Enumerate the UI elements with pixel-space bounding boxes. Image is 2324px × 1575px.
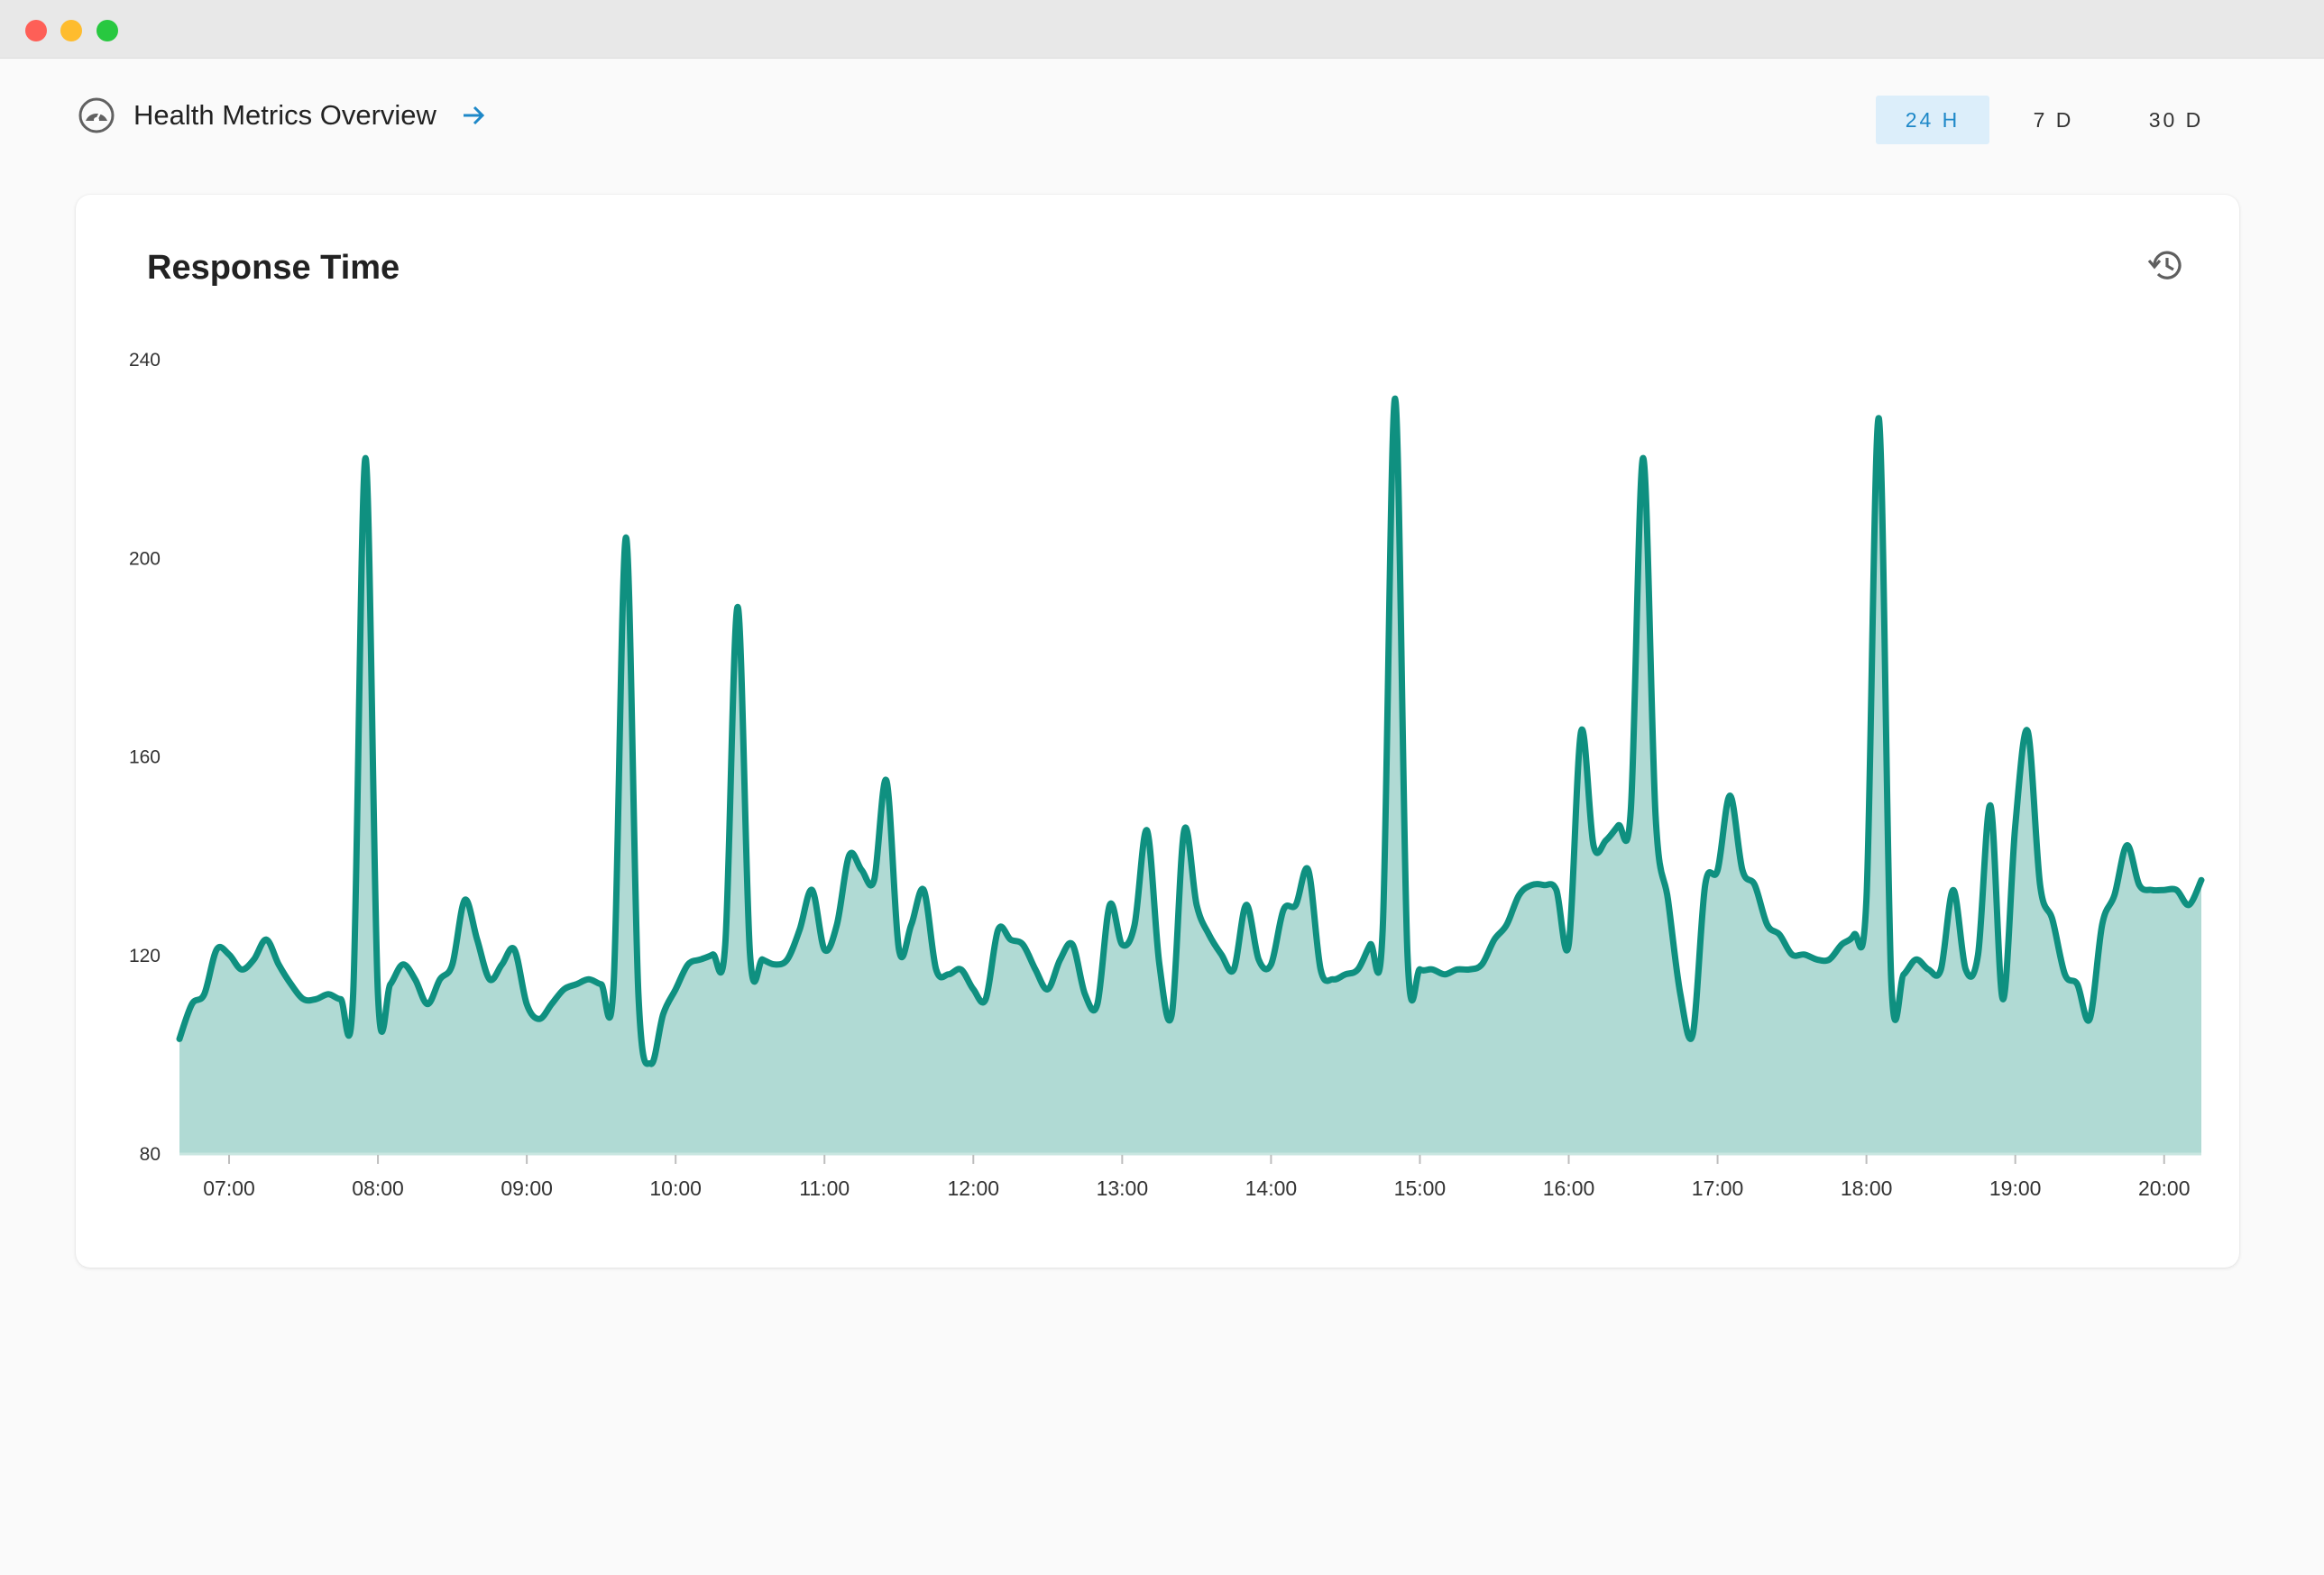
response-time-card: Response Time 80 120 160 200 240 07:00 08:00 09… bbox=[76, 195, 2239, 1268]
x-tick-label: 07:00 bbox=[203, 1177, 255, 1200]
range-30d-button[interactable]: 30 D bbox=[2119, 96, 2233, 144]
minimize-window-button[interactable] bbox=[60, 20, 82, 41]
close-window-button[interactable] bbox=[25, 20, 47, 41]
y-tick-label: 80 bbox=[140, 1144, 161, 1165]
y-tick-label: 120 bbox=[129, 946, 161, 966]
arrow-right-icon[interactable] bbox=[460, 102, 487, 129]
response-time-chart: 80 120 160 200 240 07:00 08:00 09:00 10:00 11:00 1… bbox=[129, 350, 2205, 1200]
x-tick-label: 09:00 bbox=[501, 1177, 553, 1200]
x-tick-label: 16:00 bbox=[1543, 1177, 1595, 1200]
page-title: Health Metrics Overview bbox=[133, 99, 436, 131]
x-tick-label: 17:00 bbox=[1692, 1177, 1744, 1200]
dashboard-gauge-icon bbox=[78, 96, 115, 134]
x-tick-label: 13:00 bbox=[1097, 1177, 1149, 1200]
series-area bbox=[179, 398, 2201, 1153]
x-tick-label: 15:00 bbox=[1394, 1177, 1447, 1200]
y-tick-label: 240 bbox=[129, 350, 161, 371]
x-tick-label: 08:00 bbox=[352, 1177, 404, 1200]
y-tick-label: 200 bbox=[129, 548, 161, 569]
x-tick-label: 19:00 bbox=[1989, 1177, 2042, 1200]
window-titlebar bbox=[0, 0, 2324, 59]
range-7d-button[interactable]: 7 D bbox=[1997, 96, 2110, 144]
maximize-window-button[interactable] bbox=[96, 20, 118, 41]
y-tick-label: 160 bbox=[129, 747, 161, 768]
x-tick-label: 12:00 bbox=[948, 1177, 1000, 1200]
x-tick-label: 11:00 bbox=[799, 1177, 850, 1200]
range-24h-button[interactable]: 24 H bbox=[1876, 96, 1989, 144]
page-header: Health Metrics Overview bbox=[78, 94, 487, 137]
x-tick-label: 18:00 bbox=[1841, 1177, 1893, 1200]
x-tick-label: 20:00 bbox=[2138, 1177, 2191, 1200]
x-tick-label: 10:00 bbox=[649, 1177, 702, 1200]
x-tick-label: 14:00 bbox=[1245, 1177, 1298, 1200]
